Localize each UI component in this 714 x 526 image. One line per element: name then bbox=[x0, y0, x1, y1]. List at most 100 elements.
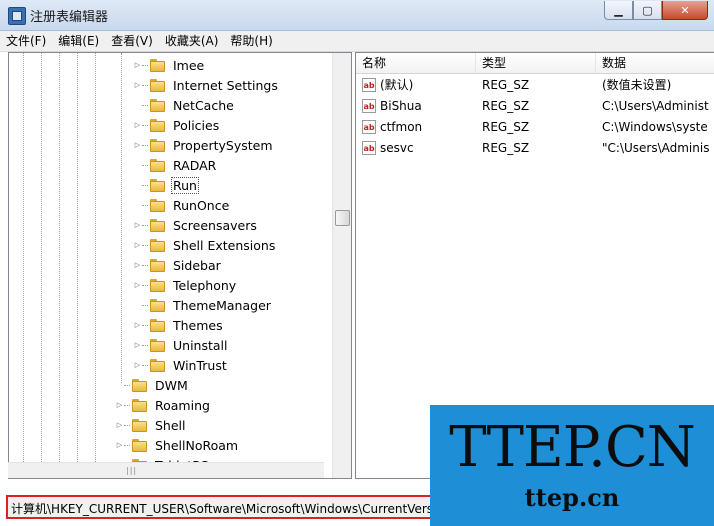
list-row[interactable]: ab sesvc REG_SZ "C:\Users\Adminis bbox=[356, 138, 714, 159]
title-bar: 注册表编辑器 ▁ ▢ ✕ bbox=[0, 0, 714, 31]
expand-arrow-icon[interactable]: ▷ bbox=[133, 115, 142, 135]
folder-icon bbox=[150, 218, 166, 232]
tree-item-label: Run bbox=[171, 176, 199, 194]
tree-connector bbox=[142, 244, 148, 246]
tree-horizontal-scrollbar[interactable]: ||| bbox=[8, 462, 324, 478]
cell-type: REG_SZ bbox=[482, 141, 530, 155]
tree-item-label: RADAR bbox=[173, 157, 217, 173]
menu-edit[interactable]: 编辑(E) bbox=[52, 31, 105, 51]
scrollbar-thumb[interactable] bbox=[335, 210, 350, 226]
expand-arrow-icon[interactable]: ▷ bbox=[133, 235, 142, 255]
expand-arrow-icon[interactable]: ▷ bbox=[133, 275, 142, 295]
window-controls: ▁ ▢ ✕ bbox=[604, 1, 708, 20]
list-row[interactable]: ab (默认) REG_SZ (数值未设置) bbox=[356, 75, 714, 96]
expand-arrow-icon[interactable]: ▷ bbox=[133, 355, 142, 375]
close-button[interactable]: ✕ bbox=[662, 1, 708, 20]
menu-favorites[interactable]: 收藏夹(A) bbox=[159, 31, 225, 51]
cell-name: ctfmon bbox=[380, 120, 423, 134]
folder-icon bbox=[150, 238, 166, 252]
tree-item-label: Themes bbox=[173, 317, 223, 333]
tree-item[interactable]: ▷ Screensavers bbox=[133, 215, 259, 235]
tree-item[interactable]: ▷ ShellNoRoam bbox=[115, 435, 240, 455]
cell-data: C:\Windows\syste bbox=[602, 120, 708, 134]
tree-item[interactable]: ▷ WinTrust bbox=[133, 355, 229, 375]
tree-vertical-scrollbar[interactable] bbox=[332, 53, 351, 478]
tree-guide-line bbox=[95, 53, 96, 478]
expand-arrow-icon[interactable]: ▷ bbox=[133, 135, 142, 155]
expand-arrow-icon[interactable]: ▷ bbox=[133, 55, 142, 75]
tree-connector bbox=[124, 384, 130, 386]
registry-tree[interactable]: ▷ Imee ▷ Internet Settings NetCache ▷ Policies… bbox=[8, 52, 352, 479]
tree-item[interactable]: ▷ Policies bbox=[133, 115, 221, 135]
tree-item[interactable]: ▷ Internet Settings bbox=[133, 75, 280, 95]
tree-item[interactable]: ▷ Sidebar bbox=[133, 255, 223, 275]
tree-item[interactable]: ▷ Telephony bbox=[133, 275, 238, 295]
column-type[interactable]: 类型 bbox=[476, 53, 596, 73]
column-name[interactable]: 名称 bbox=[356, 53, 476, 73]
tree-item[interactable]: ▷ Shell Extensions bbox=[133, 235, 277, 255]
expand-arrow-icon[interactable]: ▷ bbox=[115, 415, 124, 435]
cell-name: (默认) bbox=[380, 78, 414, 92]
list-header: 名称 类型 数据 bbox=[356, 53, 714, 74]
tree-item-label: WinTrust bbox=[173, 357, 227, 373]
tree-connector bbox=[142, 164, 148, 166]
cell-data: C:\Users\Administ bbox=[602, 99, 709, 113]
tree-item[interactable]: ▷ Shell bbox=[115, 415, 188, 435]
tree-item[interactable]: ▷ Imee bbox=[133, 55, 206, 75]
tree-connector bbox=[142, 204, 148, 206]
tree-item-label: Policies bbox=[173, 117, 220, 133]
folder-icon bbox=[150, 78, 166, 92]
folder-icon bbox=[150, 358, 166, 372]
cell-name: sesvc bbox=[380, 141, 414, 155]
folder-icon bbox=[150, 118, 166, 132]
expand-arrow-icon[interactable]: ▷ bbox=[133, 215, 142, 235]
expand-arrow-icon[interactable]: ▷ bbox=[133, 255, 142, 275]
menu-view[interactable]: 查看(V) bbox=[105, 31, 159, 51]
tree-item[interactable]: ▷ Themes bbox=[133, 315, 225, 335]
cell-name: BiShua bbox=[380, 99, 422, 113]
tree-item[interactable]: RADAR bbox=[133, 155, 218, 175]
folder-icon bbox=[132, 418, 148, 432]
tree-connector bbox=[142, 64, 148, 66]
tree-item-label: PropertySystem bbox=[173, 137, 273, 153]
folder-icon bbox=[150, 58, 166, 72]
folder-icon bbox=[150, 178, 166, 192]
tree-connector bbox=[124, 404, 130, 406]
menu-help[interactable]: 帮助(H) bbox=[224, 31, 278, 51]
tree-connector bbox=[142, 184, 148, 186]
tree-item[interactable]: ▷ PropertySystem bbox=[133, 135, 275, 155]
column-data[interactable]: 数据 bbox=[596, 53, 714, 73]
expand-arrow-icon[interactable]: ▷ bbox=[133, 75, 142, 95]
folder-icon bbox=[150, 158, 166, 172]
watermark-title: TTEP.CN bbox=[449, 415, 696, 480]
tree-item[interactable]: Run bbox=[133, 175, 199, 195]
expand-arrow-icon[interactable]: ▷ bbox=[115, 435, 124, 455]
tree-item-label: Internet Settings bbox=[173, 77, 278, 93]
tree-item[interactable]: DWM bbox=[115, 375, 190, 395]
cell-data: (数值未设置) bbox=[602, 78, 672, 92]
folder-icon bbox=[150, 278, 166, 292]
list-row[interactable]: ab ctfmon REG_SZ C:\Windows\syste bbox=[356, 117, 714, 138]
tree-item[interactable]: NetCache bbox=[133, 95, 236, 115]
expand-arrow-icon[interactable]: ▷ bbox=[115, 395, 124, 415]
tree-item-label: Sidebar bbox=[173, 257, 221, 273]
expand-arrow-icon[interactable]: ▷ bbox=[133, 315, 142, 335]
minimize-button[interactable]: ▁ bbox=[604, 1, 633, 20]
registry-editor-icon bbox=[8, 7, 26, 25]
tree-item-label: Telephony bbox=[173, 277, 237, 293]
expand-arrow-icon[interactable]: ▷ bbox=[133, 335, 142, 355]
tree-connector bbox=[142, 344, 148, 346]
tree-connector bbox=[142, 304, 148, 306]
folder-icon bbox=[150, 198, 166, 212]
tree-item[interactable]: ThemeManager bbox=[133, 295, 273, 315]
tree-item[interactable]: RunOnce bbox=[133, 195, 231, 215]
tree-item[interactable]: ▷ Roaming bbox=[115, 395, 212, 415]
tree-item-label: NetCache bbox=[173, 97, 234, 113]
tree-item[interactable]: ▷ Uninstall bbox=[133, 335, 230, 355]
list-row[interactable]: ab BiShua REG_SZ C:\Users\Administ bbox=[356, 96, 714, 117]
tree-item-label: Imee bbox=[173, 57, 205, 73]
maximize-button[interactable]: ▢ bbox=[633, 1, 662, 20]
menu-file[interactable]: 文件(F) bbox=[0, 31, 52, 51]
